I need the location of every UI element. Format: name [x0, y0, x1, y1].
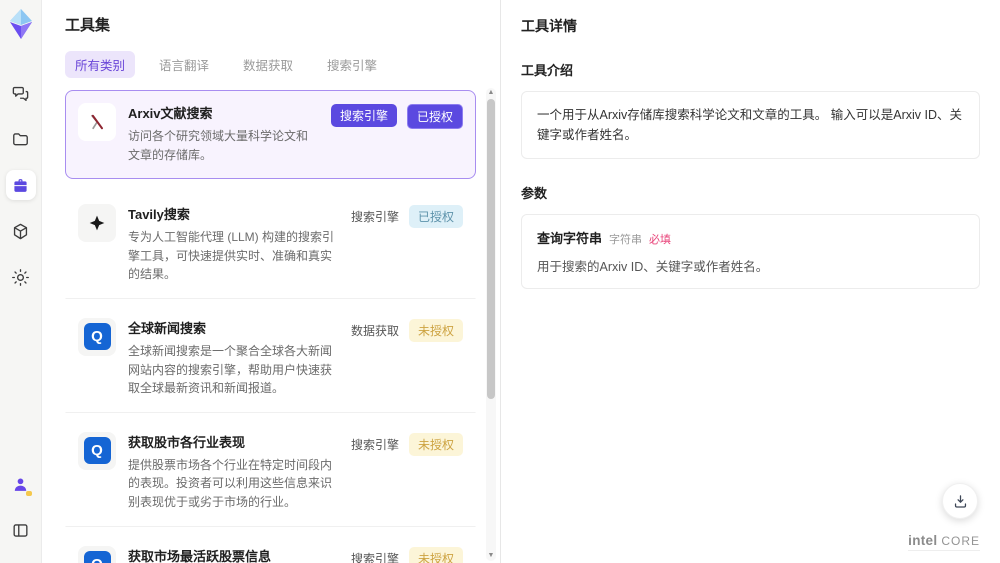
download-button[interactable] [942, 483, 978, 519]
intel-core-logo: intel CORE [908, 533, 980, 551]
tool-card-tavily[interactable]: Tavily搜索 专为人工智能代理 (LLM) 构建的搜索引擎工具，可快速提供实… [65, 191, 476, 299]
page-title: 工具集 [65, 17, 111, 34]
sidebar-item-chat[interactable] [6, 78, 36, 108]
category-label: 数据获取 [350, 323, 399, 338]
status-badge: 已授权 [408, 205, 463, 229]
sidebar-item-account[interactable] [6, 469, 36, 499]
app-logo-icon [6, 8, 36, 40]
finance-provider-icon: Q [78, 545, 116, 563]
status-badge: 已授权 [406, 104, 463, 129]
sidebar-item-toolbox[interactable] [5, 170, 36, 200]
param-description: 用于搜索的Arxiv ID、关键字或作者姓名。 [537, 260, 769, 274]
tool-name: Tavily搜索 [128, 207, 190, 223]
tab-data-fetch[interactable]: 数据获取 [233, 51, 303, 78]
tab-search-engine[interactable]: 搜索引擎 [317, 51, 387, 78]
sidebar-item-collapse[interactable] [6, 515, 36, 545]
category-badge: 搜索引擎 [330, 104, 397, 127]
scrollbar-thumb[interactable] [487, 99, 495, 399]
tool-card-global-news[interactable]: Q 全球新闻搜索 全球新闻搜索是一个聚合全球各大新闻网站内容的搜索引擎，帮助用户… [65, 304, 476, 413]
tool-name: 全球新闻搜索 [128, 320, 207, 336]
param-name: 查询字符串 [537, 231, 603, 246]
tool-name: 获取股市各行业表现 [128, 434, 246, 450]
tool-description: 全球新闻搜索是一个聚合全球各大新闻网站内容的搜索引擎，帮助用户快速获取全球最新资… [128, 343, 333, 396]
arxiv-logo-icon [78, 103, 116, 141]
scrollbar-down-icon[interactable]: ▼ [488, 551, 495, 561]
sidebar-item-settings[interactable] [6, 262, 36, 292]
tool-description: 提供股票市场各个行业在特定时间段内的表现。投资者可以利用这些信息来识别表现优于或… [128, 457, 333, 509]
param-type: 字符串 [609, 234, 643, 246]
list-scrollbar[interactable]: ▲ ▼ [486, 88, 496, 561]
tool-description: 专为人工智能代理 (LLM) 构建的搜索引擎工具，可快速提供实时、准确和真实的结… [128, 230, 335, 282]
param-required-flag: 必填 [649, 234, 672, 246]
tool-intro-text: 一个用于从Arxiv存储库搜索科学论文和文章的工具。 输入可以是Arxiv ID… [521, 91, 980, 159]
panel-icon [13, 523, 28, 537]
chat-icon [12, 86, 29, 101]
user-status-dot [25, 491, 32, 496]
tool-description: 访问各个研究领域大量科学论文和文章的存储库。 [128, 129, 309, 162]
finance-provider-icon: Q [78, 431, 116, 470]
tool-detail-panel: 工具详情 工具介绍 一个用于从Arxiv存储库搜索科学论文和文章的工具。 输入可… [500, 0, 1000, 563]
news-provider-icon: Q [78, 317, 116, 356]
scrollbar-up-icon[interactable]: ▲ [488, 88, 495, 98]
parameter-item: 查询字符串 字符串 必填 用于搜索的Arxiv ID、关键字或作者姓名。 [521, 214, 980, 289]
download-icon [954, 494, 966, 508]
tab-translation[interactable]: 语言翻译 [149, 51, 219, 78]
status-badge: 未授权 [408, 546, 463, 563]
tool-card-most-active-stocks[interactable]: Q 获取市场最活跃股票信息 提供当天交易量最高的股票列表，投资者可以利用这些信息… [65, 532, 476, 563]
gear-icon [12, 268, 29, 286]
tool-name: 获取市场最活跃股票信息 [128, 548, 272, 563]
params-section-title: 参数 [521, 186, 548, 201]
tool-card-sector-performance[interactable]: Q 获取股市各行业表现 提供股票市场各个行业在特定时间段内的表现。投资者可以利用… [65, 418, 476, 527]
app-window: 工具集 所有类别 语言翻译 数据获取 搜索引擎 Arxiv文献搜索 访问各个研究… [0, 0, 1000, 563]
category-label: 搜索引擎 [350, 551, 399, 563]
tool-card-arxiv[interactable]: Arxiv文献搜索 访问各个研究领域大量科学论文和文章的存储库。 搜索引擎 已授… [65, 90, 476, 180]
briefcase-icon [14, 178, 27, 192]
detail-title: 工具详情 [521, 18, 577, 34]
category-label: 搜索引擎 [350, 210, 399, 225]
category-tabs: 所有类别 语言翻译 数据获取 搜索引擎 [65, 51, 476, 78]
folder-icon [13, 132, 28, 145]
status-badge: 未授权 [408, 432, 463, 456]
tool-list-panel: 工具集 所有类别 语言翻译 数据获取 搜索引擎 Arxiv文献搜索 访问各个研究… [42, 0, 500, 563]
tab-all-categories[interactable]: 所有类别 [65, 51, 136, 78]
cube-icon [13, 223, 28, 239]
tool-name: Arxiv文献搜索 [128, 106, 213, 121]
status-badge: 未授权 [408, 318, 463, 342]
category-label: 搜索引擎 [350, 437, 399, 452]
left-rail [0, 0, 42, 563]
tavily-star-icon [78, 204, 116, 243]
sidebar-item-files[interactable] [6, 124, 36, 154]
intro-section-title: 工具介绍 [521, 63, 574, 78]
sidebar-item-packages[interactable] [6, 216, 36, 246]
